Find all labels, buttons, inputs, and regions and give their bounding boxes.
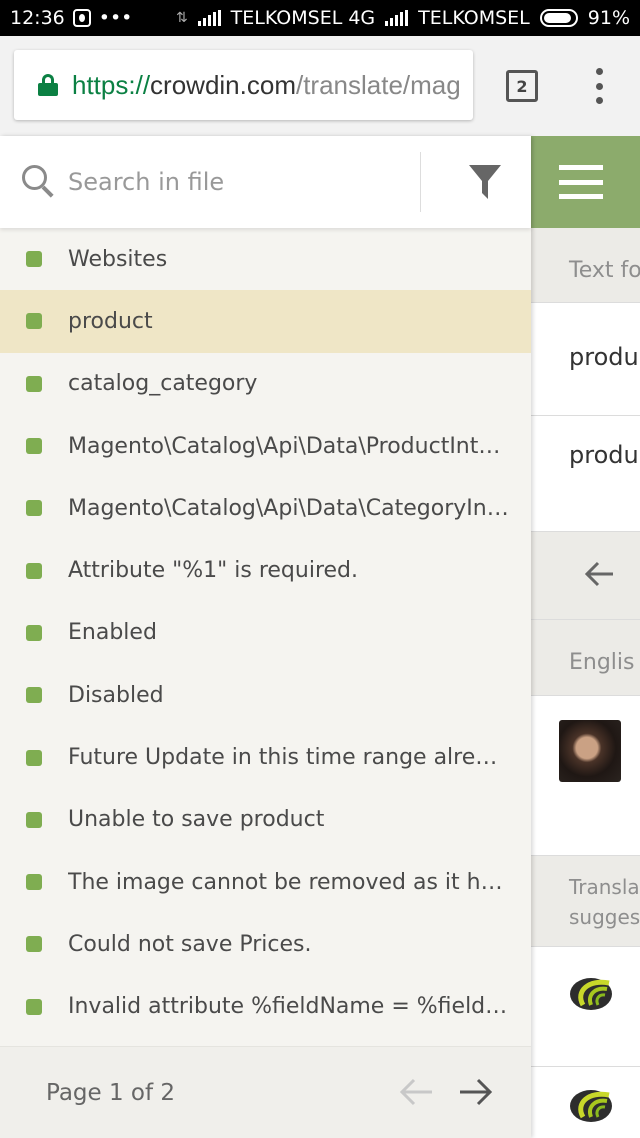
status-dot-icon: [26, 562, 42, 579]
url-host: crowdin.com: [150, 69, 296, 100]
string-label: catalog_category: [68, 371, 258, 397]
string-list-item[interactable]: Magento\Catalog\Api\Data\CategoryInt...: [0, 477, 531, 539]
string-list: Websites product catalog_category Magento\C…: [0, 228, 531, 1038]
browser-menu-icon[interactable]: [591, 68, 607, 104]
suggestions-title-line2: sugges: [569, 905, 640, 929]
translation-entry: [531, 696, 640, 856]
string-list-item[interactable]: Unable to save product: [0, 789, 531, 851]
signal-icon-2: [385, 10, 409, 26]
string-label: The image cannot be removed as it has...: [68, 869, 510, 895]
string-label: Magento\Catalog\Api\Data\CategoryInt...: [68, 495, 510, 521]
string-label: product: [68, 308, 153, 334]
filter-icon[interactable]: [468, 164, 502, 200]
status-dot-icon: [26, 749, 42, 766]
editor-panel: Text fo produ produ Englis Transla sugge…: [531, 136, 640, 1138]
search-input[interactable]: [68, 168, 398, 196]
translation-field[interactable]: produ: [531, 416, 640, 532]
status-dot-icon: [26, 874, 42, 891]
prev-page-arrow-icon[interactable]: [398, 1077, 434, 1107]
page-indicator: Page 1 of 2: [46, 1079, 176, 1106]
string-list-item[interactable]: Websites: [0, 228, 531, 290]
status-dot-icon: [26, 687, 42, 704]
status-more-icon: •••: [98, 7, 133, 29]
status-dot-icon: [26, 811, 42, 828]
crowdin-logo-icon: [570, 1090, 612, 1122]
pagination: Page 1 of 2: [0, 1046, 531, 1138]
url-path: /translate/mag: [295, 69, 461, 100]
string-list-item[interactable]: Attribute "%1" is required.: [0, 539, 531, 601]
suggestion-item[interactable]: [531, 947, 640, 1067]
carrier-1: TELKOMSEL 4G: [230, 7, 376, 29]
string-list-item[interactable]: Enabled: [0, 602, 531, 664]
string-list-item[interactable]: Future Update in this time range alread.…: [0, 726, 531, 788]
string-label: Could not save Prices.: [68, 931, 312, 957]
status-time: 12:36: [10, 7, 65, 29]
string-list-item[interactable]: Magento\Catalog\Api\Data\ProductInte...: [0, 415, 531, 477]
string-label: Invalid attribute %fieldName = %fieldVa.…: [68, 994, 510, 1020]
string-list-item[interactable]: catalog_category: [0, 353, 531, 415]
text-section-header: Text fo: [531, 228, 640, 303]
string-label: Disabled: [68, 682, 164, 708]
status-dot-icon: [26, 624, 42, 641]
string-label: Future Update in this time range alread.…: [68, 745, 510, 771]
url-text[interactable]: https://crowdin.com/translate/mag: [72, 70, 461, 101]
suggestions-header: Transla sugges: [531, 856, 640, 947]
string-list-item[interactable]: Invalid attribute %fieldName = %fieldVa.…: [0, 976, 531, 1038]
string-list-item[interactable]: Disabled: [0, 664, 531, 726]
status-dot-icon: [26, 998, 42, 1015]
status-dot-icon: [26, 251, 42, 268]
lock-icon[interactable]: [38, 74, 58, 96]
search-divider: [420, 152, 421, 212]
status-dot-icon: [26, 438, 42, 455]
string-label: Unable to save product: [68, 807, 325, 833]
editor-header: [531, 136, 640, 228]
url-scheme: https://: [72, 69, 151, 100]
string-label: Enabled: [68, 620, 157, 646]
status-dot-icon: [26, 375, 42, 392]
suggestions-title-line1: Transla: [569, 875, 640, 899]
battery-icon: [539, 9, 578, 27]
browser-toolbar: https://crowdin.com/translate/mag 2: [0, 36, 640, 136]
language-header: Englis: [531, 620, 640, 696]
status-bar: 12:36 ••• ⇅ TELKOMSEL 4G TELKOMSEL 91%: [0, 0, 640, 36]
string-label: Websites: [68, 246, 168, 272]
status-dot-icon: [26, 936, 42, 953]
string-list-item[interactable]: product: [0, 290, 531, 353]
status-dot-icon: [26, 500, 42, 517]
next-page-arrow-icon[interactable]: [458, 1077, 494, 1107]
notification-app-icon: [72, 9, 91, 27]
source-string: produ: [531, 303, 640, 416]
status-dot-icon: [26, 313, 42, 330]
data-transfer-icon: ⇅: [175, 10, 188, 26]
search-bar: [0, 136, 531, 228]
crowdin-logo-icon: [570, 978, 612, 1010]
avatar[interactable]: [559, 720, 621, 782]
string-label: Magento\Catalog\Api\Data\ProductInte...: [68, 433, 510, 459]
signal-icon: [197, 10, 221, 26]
file-strings-panel: Websites product catalog_category Magento\C…: [0, 136, 531, 1138]
string-label: Attribute "%1" is required.: [68, 558, 359, 584]
url-bar[interactable]: https://crowdin.com/translate/mag: [14, 50, 473, 120]
string-list-item[interactable]: Could not save Prices.: [0, 913, 531, 975]
search-icon[interactable]: [22, 165, 56, 199]
string-list-item[interactable]: The image cannot be removed as it has...: [0, 851, 531, 913]
navigation-row: [531, 532, 640, 620]
back-arrow-icon[interactable]: [583, 560, 615, 588]
carrier-2: TELKOMSEL: [418, 7, 530, 29]
tab-switcher-button[interactable]: 2: [506, 70, 538, 102]
hamburger-menu-icon[interactable]: [559, 165, 603, 199]
battery-percent: 91%: [587, 7, 630, 29]
suggestion-item[interactable]: [531, 1067, 640, 1138]
